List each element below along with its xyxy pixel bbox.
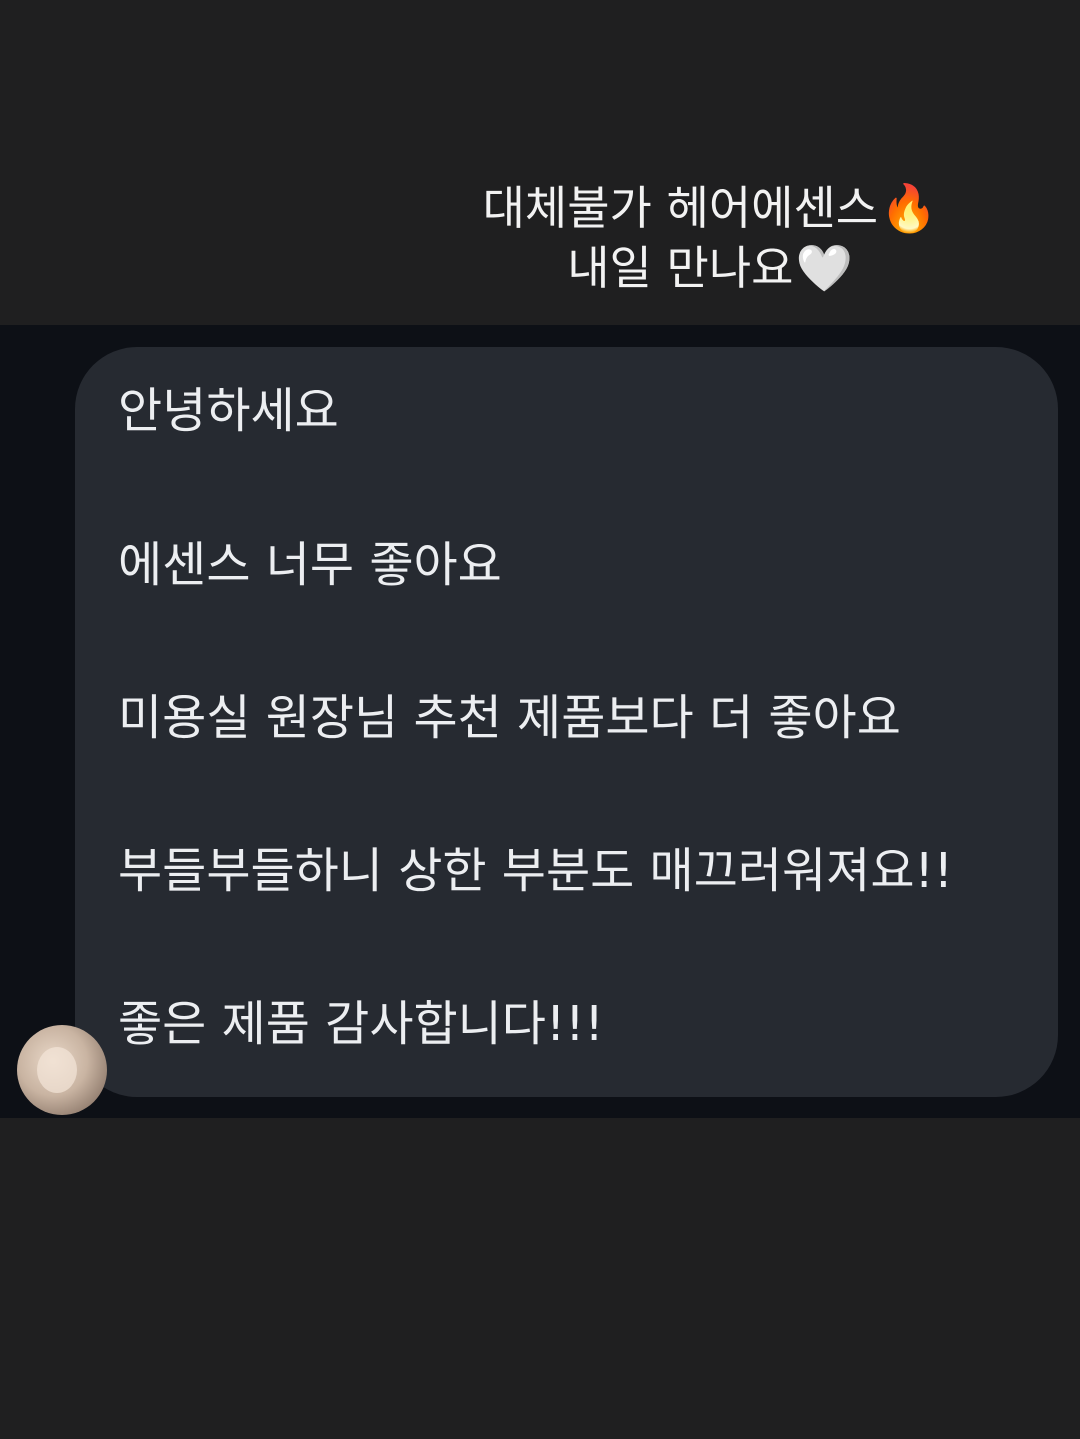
story-screen: 대체불가 헤어에센스🔥 내일 만나요🤍 안녕하세요 에센스 너무 좋아요 미용실… bbox=[0, 0, 1080, 1439]
caption-text-1: 대체불가 헤어에센스 bbox=[482, 181, 879, 235]
message-bubble: 안녕하세요 에센스 너무 좋아요 미용실 원장님 추천 제품보다 더 좋아요 부… bbox=[17, 347, 1058, 1115]
white-heart-emoji-icon: 🤍 bbox=[795, 241, 853, 295]
chat-screenshot: 안녕하세요 에센스 너무 좋아요 미용실 원장님 추천 제품보다 더 좋아요 부… bbox=[0, 325, 1080, 1118]
caption-line-2: 내일 만나요🤍 bbox=[470, 238, 950, 298]
caption-line-1: 대체불가 헤어에센스🔥 bbox=[470, 178, 950, 238]
message-line-2: 에센스 너무 좋아요 bbox=[118, 537, 502, 593]
caption-text-2: 내일 만나요 bbox=[567, 241, 794, 295]
fire-emoji-icon: 🔥 bbox=[880, 181, 938, 235]
message-line-greeting: 안녕하세요 bbox=[118, 383, 339, 439]
message-line-3: 미용실 원장님 추천 제품보다 더 좋아요 bbox=[118, 690, 901, 746]
message-line-4: 부들부들하니 상한 부분도 매끄러워져요!! bbox=[118, 843, 953, 899]
avatar bbox=[17, 1025, 107, 1115]
story-caption: 대체불가 헤어에센스🔥 내일 만나요🤍 bbox=[470, 178, 950, 298]
message-line-5: 좋은 제품 감사합니다!!! bbox=[118, 996, 604, 1052]
empty-lower-area bbox=[0, 1118, 1080, 1439]
